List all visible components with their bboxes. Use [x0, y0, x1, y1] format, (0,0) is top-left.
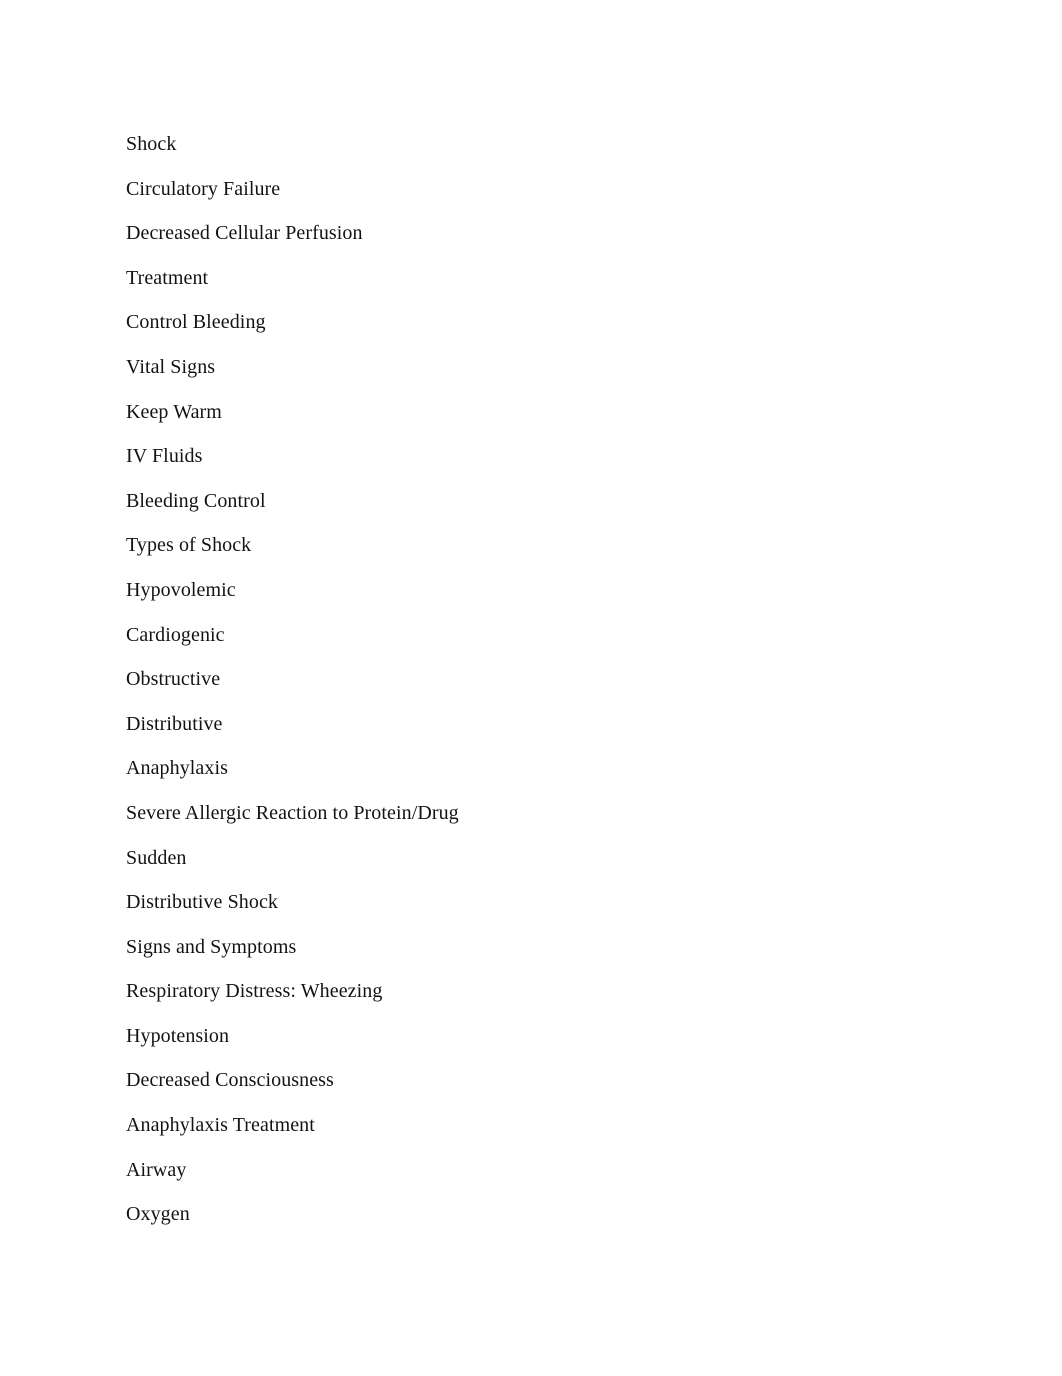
document-text-body: Shock Circulatory Failure Decreased Cell…: [126, 122, 956, 1237]
document-line: Hypotension: [126, 1024, 230, 1047]
document-line: Airway: [126, 1158, 187, 1181]
document-line: Treatment: [126, 266, 209, 289]
document-line: Bleeding Control: [126, 489, 266, 512]
document-line: Respiratory Distress: Wheezing: [126, 980, 383, 1003]
document-line: Distributive: [126, 712, 223, 735]
document-line: Vital Signs: [126, 355, 216, 378]
document-line: Keep Warm: [126, 400, 222, 423]
document-page: Shock Circulatory Failure Decreased Cell…: [0, 0, 1062, 1376]
document-line: Signs and Symptoms: [126, 935, 297, 958]
document-line: Obstructive: [126, 668, 221, 691]
document-line: Decreased Cellular Perfusion: [126, 222, 363, 245]
document-line: IV Fluids: [126, 445, 203, 468]
document-line: Hypovolemic: [126, 578, 236, 601]
document-line: Types of Shock: [126, 534, 252, 557]
document-line: Severe Allergic Reaction to Protein/Drug: [126, 801, 459, 824]
document-line: Anaphylaxis Treatment: [126, 1114, 315, 1137]
document-line: Anaphylaxis: [126, 757, 228, 780]
document-line: Cardiogenic: [126, 623, 225, 646]
document-line: Sudden: [126, 846, 187, 869]
document-line: Shock: [126, 133, 177, 155]
document-line: Decreased Consciousness: [126, 1069, 334, 1092]
document-line: Circulatory Failure: [126, 177, 281, 200]
document-line: Distributive Shock: [126, 891, 278, 914]
document-line: Oxygen: [126, 1203, 190, 1226]
document-line: Control Bleeding: [126, 311, 266, 334]
